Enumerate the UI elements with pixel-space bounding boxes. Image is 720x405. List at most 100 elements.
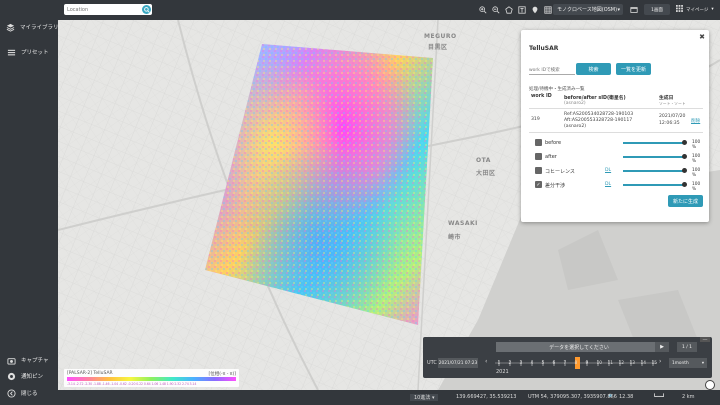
utc-label: UTC (427, 360, 437, 366)
top-toolbar: モノクロベース地図(OSM) ▾ 1画面 マイページ ▾ (58, 0, 720, 20)
opacity-slider[interactable] (623, 156, 685, 158)
layer-checkbox[interactable] (535, 167, 542, 174)
screen-layout-label: 1画面 (651, 7, 663, 13)
opacity-slider-handle[interactable] (682, 168, 687, 173)
opacity-slider[interactable] (623, 170, 685, 172)
timeline-tick-label: 2 (508, 361, 512, 366)
select-data-label: データを選択してください (549, 344, 609, 351)
text-icon[interactable] (517, 4, 527, 15)
close-icon[interactable]: ✖ (699, 33, 705, 41)
notification-pin-button[interactable]: 通知ピン (0, 369, 58, 383)
color-legend: [PALSAR-2] TelluSAR [位相(-π - π)] -3.14 -… (64, 369, 239, 387)
timeline-year: 2021 (496, 369, 509, 375)
chevron-left-icon[interactable]: ‹ (485, 358, 487, 365)
timeline-tick-label: 13 (629, 361, 635, 366)
coordinate-format-select[interactable]: 10進法 ▾ (410, 394, 439, 401)
opacity-slider[interactable] (623, 142, 685, 144)
opacity-value: 100 % (692, 168, 701, 178)
search-button-label: 検索 (588, 66, 599, 73)
status-bar: 10進法 ▾ 139.669427, 35.539213 UTM 54, 379… (58, 390, 720, 405)
screen-layout-button[interactable]: 1画面 (644, 4, 670, 15)
opacity-slider[interactable] (623, 184, 685, 186)
opacity-value: 100 % (692, 140, 701, 150)
scale-label: 2 km (682, 394, 695, 400)
layer-checkbox[interactable] (535, 153, 542, 160)
sidebar-item-preset[interactable]: プリセット (0, 45, 58, 59)
opacity-slider-handle[interactable] (682, 154, 687, 159)
sidebar-item-my-library[interactable]: マイライブラリ (0, 20, 59, 34)
row-aft: Aft:AS200553328728-190117 (564, 118, 633, 123)
legend-ticks: -3.14 -2.72 -2.30 -1.88 -1.46 -1.04 -0.6… (67, 382, 197, 386)
layer-checkbox-checked[interactable]: ✓ (535, 181, 542, 188)
map-label: 大田区 (476, 170, 496, 177)
refresh-list-button[interactable]: 一覧を更新 (616, 63, 651, 75)
column-header-date: 生成日 (659, 96, 674, 101)
row-work-id: 319 (531, 117, 540, 122)
play-icon: ▶ (660, 344, 664, 350)
timeline-tick-label: 10 (596, 361, 602, 366)
sidebar-item-label: 閉じる (21, 391, 38, 397)
zoom-icon: 🔍 (608, 394, 615, 400)
timeline-tick-label: 8 (574, 361, 578, 366)
speed-button[interactable]: 1 / 1 (677, 342, 697, 352)
location-search-input[interactable] (64, 6, 138, 13)
opacity-slider-handle[interactable] (682, 140, 687, 145)
zoom-out-icon[interactable] (491, 4, 501, 15)
map-tools (478, 4, 553, 15)
layer-name: 差分干渉 (545, 183, 566, 189)
map-label: 崎市 (448, 234, 462, 241)
speed-label: 1 / 1 (681, 344, 693, 350)
layer-row-interferogram: ✓ 差分干渉 DL 100 % (529, 180, 703, 192)
download-link[interactable]: DL (605, 182, 611, 187)
collapse-icon[interactable]: — (700, 337, 710, 343)
panel-title: TelluSAR (529, 45, 559, 52)
grid-icon[interactable] (543, 4, 553, 15)
map-label: MEGURO (424, 33, 457, 40)
timeline-tick-label: 14 (640, 361, 646, 366)
mypage-button[interactable]: マイページ ▾ (676, 4, 716, 15)
select-data-button[interactable]: データを選択してください (496, 342, 662, 352)
location-pin-icon[interactable] (530, 4, 540, 15)
range-value: 1month (672, 360, 689, 366)
opacity-slider-handle[interactable] (682, 182, 687, 187)
compass-icon[interactable] (705, 380, 715, 390)
polygon-icon[interactable] (504, 4, 514, 15)
chevron-right-icon[interactable]: › (659, 358, 661, 365)
delete-link[interactable]: 削除 (691, 118, 700, 124)
datetime-field[interactable]: 2021/07/21 07:23 (438, 358, 478, 368)
timeline-panel: — データを選択してください ▶ 1 / 1 UTC 2021/07/21 07… (423, 337, 712, 378)
generate-new-button[interactable]: 新たに生成 (668, 195, 703, 207)
zoom-in-icon[interactable] (478, 4, 488, 15)
column-header-satellite: (asnaro2) (564, 101, 586, 106)
capture-button[interactable]: キャプチャ (0, 353, 58, 367)
download-link[interactable]: DL (605, 168, 611, 173)
legend-color-bar (67, 377, 236, 381)
layer-name: コヒーレンス (545, 169, 575, 175)
sidebar-item-label: キャプチャ (21, 358, 49, 364)
window-icon[interactable] (629, 4, 639, 15)
row-ref: Ref:AS200534028728-190103 (564, 112, 634, 117)
range-select[interactable]: 1month ▾ (669, 358, 707, 368)
list-icon (6, 47, 16, 57)
sidebar-item-label: 通知ピン (21, 374, 44, 380)
play-button[interactable]: ▶ (655, 342, 669, 352)
layer-name: before (545, 140, 562, 146)
map-label: WASAKI (448, 220, 478, 227)
search-button[interactable]: 検索 (576, 63, 611, 75)
work-id-search-input[interactable] (529, 67, 575, 75)
basemap-select[interactable]: モノクロベース地図(OSM) ▾ (553, 4, 623, 15)
sidebar-item-label: マイライブラリ (20, 25, 59, 31)
location-search (64, 4, 152, 15)
search-icon[interactable] (142, 5, 151, 14)
layer-row-after: after 100 % (529, 152, 703, 164)
generate-button-label: 新たに生成 (672, 198, 698, 205)
column-header-sort[interactable]: ソート・ソート (659, 101, 686, 107)
row-satellite: (asnaro2) (564, 124, 587, 129)
close-sidebar-button[interactable]: 閉じる (0, 386, 58, 400)
timeline-tick-label: 9 (585, 361, 589, 366)
pin-icon (6, 371, 16, 381)
layer-checkbox[interactable] (535, 139, 542, 146)
timeline-tick-label: 15 (651, 361, 657, 366)
timeline-tick-label: 7 (563, 361, 567, 366)
sidebar: マイライブラリ プリセット キャプチャ 通知ピン 閉じる (0, 0, 59, 405)
